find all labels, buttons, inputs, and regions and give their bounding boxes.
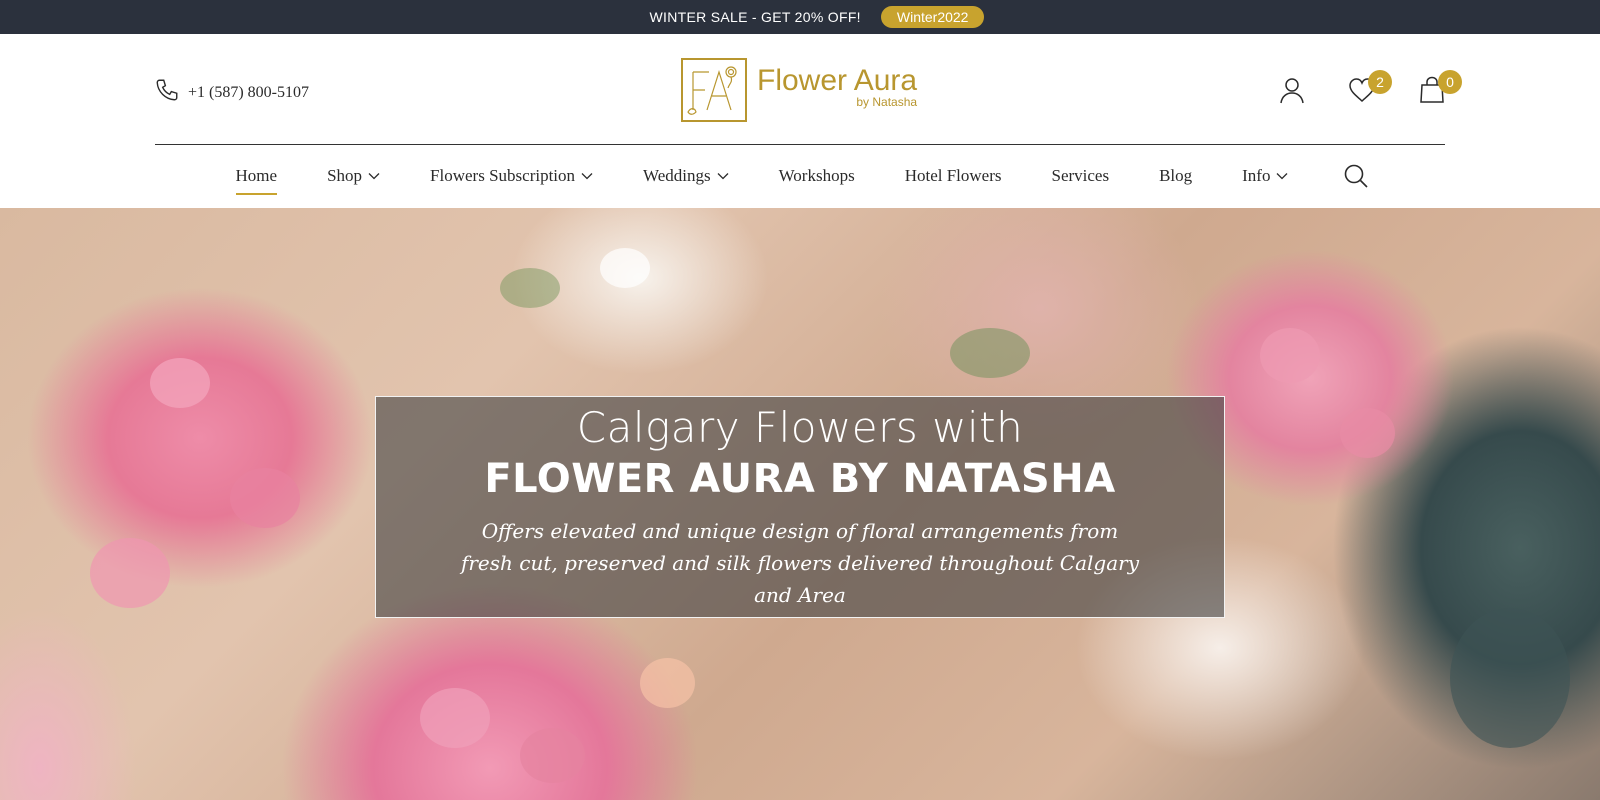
nav-item-label: Services [1051,166,1110,185]
chevron-down-icon [717,173,729,180]
wishlist-button[interactable]: 2 [1346,70,1392,108]
nav-item-label: Shop [327,166,363,185]
nav-item-label: Home [235,166,278,185]
nav-item-hotel-flowers[interactable]: Hotel Flowers [880,166,1027,186]
hero-title-line2: FLOWER AURA BY NATASHA [484,456,1116,502]
user-icon [1278,76,1306,109]
logo-name: Flower Aura [757,64,918,97]
phone-icon [154,77,180,108]
nav-item-label: Hotel Flowers [904,166,1002,185]
hero-subtitle: Offers elevated and unique design of flo… [460,519,1140,607]
nav-item-services[interactable]: Services [1026,166,1134,186]
hero-banner: Calgary Flowers with FLOWER AURA BY NATA… [0,208,1600,800]
nav-item-label: Workshops [778,166,855,185]
site-logo[interactable]: Flower Aura by Natasha [681,58,917,122]
logo-mark-icon [681,58,747,122]
logo-subtitle: by Natasha [856,95,918,109]
nav-item-blog[interactable]: Blog [1134,166,1217,186]
nav-item-label: Blog [1159,166,1193,185]
promo-text: WINTER SALE - GET 20% OFF! [649,9,861,25]
site-header: +1 (587) 800-5107 Flower Aura by Natasha [0,34,1600,144]
nav-item-shop[interactable]: Shop [302,166,405,186]
account-button[interactable] [1276,76,1308,108]
chevron-down-icon [368,173,380,180]
chevron-down-icon [1277,173,1288,180]
promo-bar: WINTER SALE - GET 20% OFF! Winter2022 [0,0,1600,34]
hero-overlay-box: Calgary Flowers with FLOWER AURA BY NATA… [375,396,1225,618]
nav-item-info[interactable]: Info [1217,166,1313,186]
chevron-down-icon [581,173,593,180]
wishlist-count-badge: 2 [1368,70,1392,94]
phone-number: +1 (587) 800-5107 [188,83,310,101]
search-button[interactable] [1343,163,1369,189]
hero-title-line1: Calgary Flowers with [576,403,1024,452]
main-nav: Home Shop Flowers Subscription Weddings … [0,145,1600,207]
search-icon [1345,164,1369,188]
nav-item-weddings[interactable]: Weddings [618,166,754,186]
cart-button[interactable]: 0 [1416,70,1462,108]
nav-item-workshops[interactable]: Workshops [754,166,880,186]
nav-item-home[interactable]: Home [211,166,303,195]
promo-code-badge[interactable]: Winter2022 [880,6,985,28]
nav-item-flowers-subscription[interactable]: Flowers Subscription [405,166,618,186]
nav-item-label: Info [1242,166,1271,185]
phone-contact[interactable]: +1 (587) 800-5107 [154,77,309,108]
cart-count-badge: 0 [1438,70,1462,94]
nav-item-label: Weddings [643,166,711,185]
header-actions: 2 0 [1276,70,1462,108]
nav-item-label: Flowers Subscription [430,166,576,185]
active-underline [235,193,278,195]
